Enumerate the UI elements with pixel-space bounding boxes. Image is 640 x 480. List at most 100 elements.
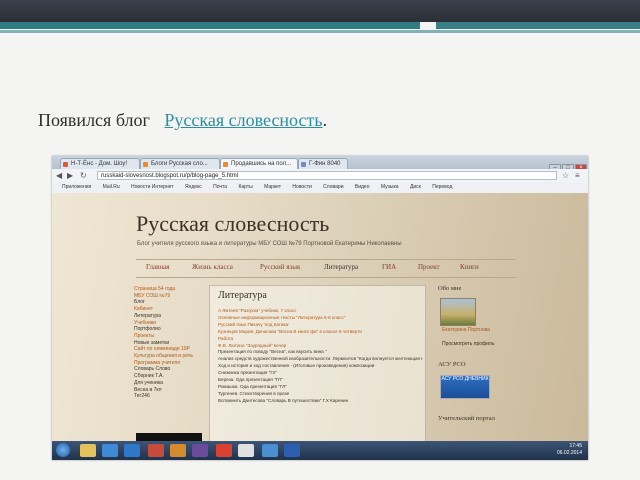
blogger-favicon-icon: [223, 162, 228, 167]
bookmark-item[interactable]: Новости Интернет: [131, 184, 174, 190]
bookmark-item[interactable]: Музыка: [381, 184, 399, 190]
post-link[interactable]: Тургенев. Стихотворения в прозе: [218, 391, 423, 398]
menu-item[interactable]: Книги: [460, 263, 479, 271]
menu-item[interactable]: Русский язык: [260, 263, 300, 271]
ie-icon[interactable]: [124, 444, 140, 457]
post-link[interactable]: Снежинка презентация "Гл": [218, 370, 423, 377]
sidebar-link[interactable]: Словарь Слово: [134, 366, 206, 373]
browser-tab-2[interactable]: Блоги Русская сло...: [140, 158, 220, 169]
sidebar-link[interactable]: Сайт по олимпиаде 10Р: [134, 346, 206, 353]
post-link[interactable]: Русский язык Пикачу 'под Катика': [218, 322, 423, 329]
yandex-icon[interactable]: [238, 444, 254, 457]
star-icon[interactable]: ☆: [562, 171, 569, 180]
chrome-icon[interactable]: [216, 444, 232, 457]
profile-link[interactable]: Просмотреть профиль: [442, 341, 512, 347]
post-link[interactable]: Береза. Ода презентация "ГЛ": [218, 377, 423, 384]
sidebar-link[interactable]: Портфолио: [134, 326, 206, 333]
menu-icon[interactable]: ≡: [575, 171, 580, 180]
menu-item[interactable]: Главная: [146, 263, 170, 271]
aso-heading: АСУ РСО: [438, 361, 466, 368]
window-controls: – □ ×: [548, 156, 588, 173]
author-avatar[interactable]: [440, 298, 476, 326]
windows-taskbar: 17:45 06.02.2014: [52, 441, 588, 460]
sidebar-link[interactable]: Страница 54 года: [134, 286, 206, 293]
clock-date: 06.02.2014: [556, 450, 582, 456]
bookmark-item[interactable]: Новости: [292, 184, 311, 190]
sidebar-link[interactable]: Тег246: [134, 393, 206, 400]
url-field[interactable]: russkaid-slovesnost.blogspot.ru/p/blog-p…: [97, 171, 557, 180]
media-player-icon[interactable]: [102, 444, 118, 457]
right-sidebar: Обо мне Екатерина Портнова Просмотреть п…: [438, 285, 518, 422]
browser-tab-3[interactable]: Продавшись на пол...: [220, 158, 298, 169]
heading-suffix: .: [322, 110, 328, 130]
bookmark-item[interactable]: Маркет: [264, 184, 281, 190]
post-link[interactable]: Вспомнить Дантесова "Словарь В путешеств…: [218, 398, 423, 405]
post-link[interactable]: Основные информационные тексты "Литерату…: [218, 315, 423, 322]
back-arrow-icon[interactable]: ◀: [56, 171, 62, 180]
browser-tab-1[interactable]: Н-Т-Ёнс - Дом. Шоу!: [60, 158, 140, 169]
slide-accent-bar-left: [0, 22, 420, 29]
doc-favicon-icon: [301, 162, 306, 167]
post-title: Литература: [218, 290, 267, 301]
sidebar-link[interactable]: Проекты: [134, 333, 206, 340]
taskbar-clock[interactable]: 17:45 06.02.2014: [557, 443, 582, 457]
forward-arrow-icon[interactable]: ▶: [67, 171, 73, 180]
menu-item[interactable]: Жизнь класса: [192, 263, 233, 271]
slide-accent-bar-right: [436, 22, 640, 29]
app-icon[interactable]: [170, 444, 186, 457]
sidebar-link[interactable]: Учебники: [134, 320, 206, 327]
left-sidebar: Страница 54 года МБУ СОШ №79 Блог Кабине…: [134, 286, 206, 400]
blog-title[interactable]: Русская словесность: [136, 211, 329, 237]
sidebar-link[interactable]: Сборник Т.А.: [134, 373, 206, 380]
slide-top-bar: [0, 0, 640, 22]
bookmark-item[interactable]: Перевод: [432, 184, 452, 190]
slide-accent-line: [0, 30, 640, 33]
sidebar-link[interactable]: Весна в 7кл: [134, 387, 206, 394]
bookmark-item[interactable]: Видео: [355, 184, 370, 190]
menu-item-current[interactable]: Литература: [324, 263, 358, 271]
bookmark-item[interactable]: Карты: [238, 184, 252, 190]
clock-time: 17:45: [569, 443, 582, 449]
sidebar-link[interactable]: МБУ СОШ №79: [134, 293, 206, 300]
post-link[interactable]: Презентация по поводу "Весна", как вкуси…: [218, 349, 423, 356]
post-link[interactable]: Ромашка. Ода презентация "ГЛ": [218, 384, 423, 391]
bookmark-item[interactable]: Приложения: [62, 184, 91, 190]
blog-menu: Главная Жизнь класса Русский язык Литера…: [136, 259, 516, 278]
black-widget: [136, 433, 202, 441]
app-icon[interactable]: [148, 444, 164, 457]
author-name[interactable]: Екатерина Портнова: [442, 327, 502, 333]
slide-heading: Появился блог Русская словесность.: [38, 110, 327, 131]
sidebar-link[interactable]: Для ученика: [134, 380, 206, 387]
post-link[interactable]: А.Фатеев "Разгром" учебник, 7 класс: [218, 308, 423, 315]
start-button-icon[interactable]: [56, 443, 70, 457]
sidebar-link[interactable]: Культура общения и речь: [134, 353, 206, 360]
bookmark-item[interactable]: Диск: [410, 184, 421, 190]
menu-item[interactable]: Проект: [418, 263, 440, 271]
post-link[interactable]: Кузнецов Мария. Денисова "Весна В книге …: [218, 329, 423, 336]
heading-prefix: Появился блог: [38, 110, 150, 130]
post-link[interactable]: Работа: [218, 336, 423, 343]
bookmark-item[interactable]: Mail.Ru: [103, 184, 120, 190]
bookmark-item[interactable]: Почта: [213, 184, 227, 190]
sidebar-link[interactable]: Кабинет: [134, 306, 206, 313]
reload-icon[interactable]: ↻: [80, 171, 87, 180]
menu-item[interactable]: ГИА: [382, 263, 396, 271]
journal-heading: Учительский портал: [438, 415, 495, 422]
bookmark-item[interactable]: Словари: [323, 184, 343, 190]
app-icon[interactable]: [262, 444, 278, 457]
blog-link[interactable]: Русская словесность: [164, 110, 322, 130]
post-link[interactable]: Анализ средств художественной изобразите…: [218, 356, 423, 363]
bookmark-item[interactable]: Яндекс: [185, 184, 202, 190]
sidebar-link[interactable]: Литература: [134, 313, 206, 320]
aso-badge[interactable]: АСУ РСО ДНЕВНИК: [440, 375, 490, 399]
blog-page: Русская словесность Блог учителя русског…: [52, 193, 588, 441]
browser-tab-4[interactable]: Г-Фин 8040: [298, 158, 348, 169]
app-icon[interactable]: [192, 444, 208, 457]
sidebar-link[interactable]: Блог: [134, 299, 206, 306]
explorer-icon[interactable]: [80, 444, 96, 457]
sidebar-link[interactable]: Программа учителя: [134, 360, 206, 367]
post-link[interactable]: Ф.В. Лютина "Заурядный" вечер: [218, 343, 423, 350]
post-link[interactable]: Ход и история и ход составления - (Итого…: [218, 363, 423, 370]
post-lines: А.Фатеев "Разгром" учебник, 7 класс Осно…: [218, 308, 423, 405]
word-icon[interactable]: [284, 444, 300, 457]
